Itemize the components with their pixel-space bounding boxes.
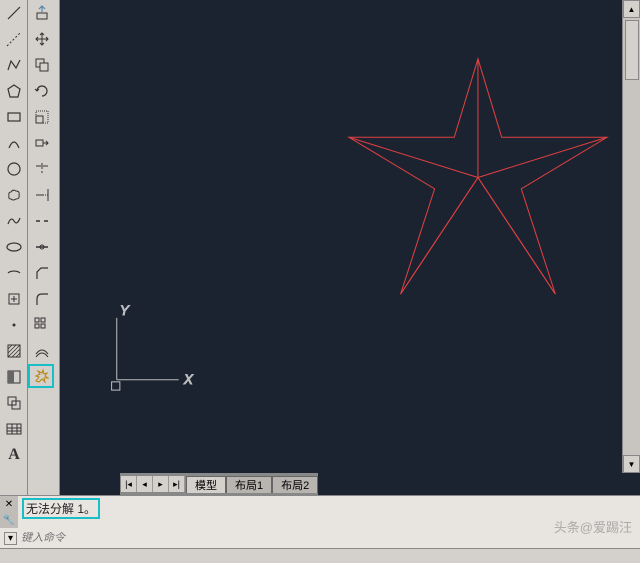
polygon-tool[interactable] — [1, 79, 27, 103]
explode-tool[interactable] — [28, 364, 54, 388]
ucs-x-label: X — [183, 372, 194, 387]
close-cmd-icon[interactable]: ✕ — [5, 499, 13, 510]
gradient-tool[interactable] — [1, 365, 27, 389]
layout1-tab[interactable]: 布局1 — [226, 476, 272, 493]
vertical-scrollbar[interactable]: ▲ ▼ — [622, 0, 640, 473]
move-tool[interactable] — [29, 27, 55, 51]
scroll-thumb[interactable] — [625, 20, 639, 80]
cmd-tool-icon[interactable]: 🔧 — [3, 515, 15, 526]
scroll-up-btn[interactable]: ▲ — [623, 0, 640, 18]
extend-tool[interactable] — [29, 183, 55, 207]
tab-nav-next[interactable]: ▸ — [153, 476, 169, 492]
status-bar — [0, 548, 640, 563]
scale-tool[interactable] — [29, 105, 55, 129]
arc-tool[interactable] — [1, 131, 27, 155]
array-tool[interactable] — [29, 313, 55, 337]
spline-tool[interactable] — [1, 209, 27, 233]
tab-nav-first[interactable]: |◂ — [121, 476, 137, 492]
modify-toolbar — [28, 0, 60, 495]
circle-tool[interactable] — [1, 157, 27, 181]
cmd-history-icon[interactable]: ▾ — [4, 532, 17, 545]
trim-tool[interactable] — [29, 157, 55, 181]
copy-tool[interactable] — [29, 53, 55, 77]
model-tab[interactable]: 模型 — [186, 476, 226, 493]
break-tool[interactable] — [29, 209, 55, 233]
drawing-canvas[interactable]: X Y ▲ ▼ |◂ ◂ ▸ ▸| 模型 布局1 布局2 — [60, 0, 640, 495]
revision-cloud-tool[interactable] — [1, 183, 27, 207]
ellipse-arc-tool[interactable] — [1, 261, 27, 285]
chamfer-tool[interactable] — [29, 261, 55, 285]
rotate-tool[interactable] — [29, 79, 55, 103]
tool-a[interactable] — [29, 1, 55, 25]
text-tool[interactable]: A — [1, 443, 27, 467]
region-tool[interactable] — [1, 391, 27, 415]
layout-tabs: |◂ ◂ ▸ ▸| 模型 布局1 布局2 — [120, 473, 318, 495]
rectangle-tool[interactable] — [1, 105, 27, 129]
layout2-tab[interactable]: 布局2 — [272, 476, 318, 493]
construction-line-tool[interactable] — [1, 27, 27, 51]
stretch-tool[interactable] — [29, 131, 55, 155]
scroll-down-btn[interactable]: ▼ — [623, 455, 640, 473]
join-tool[interactable] — [29, 235, 55, 259]
table-tool[interactable] — [1, 417, 27, 441]
point-tool[interactable] — [1, 313, 27, 337]
hatch-tool[interactable] — [1, 339, 27, 363]
tab-nav-last[interactable]: ▸| — [169, 476, 185, 492]
draw-toolbar: A — [0, 0, 28, 495]
line-tool[interactable] — [1, 1, 27, 25]
watermark: 头条@爱踢汪 — [554, 517, 632, 536]
offset-tool[interactable] — [29, 339, 55, 363]
command-input[interactable] — [21, 532, 636, 544]
ellipse-tool[interactable] — [1, 235, 27, 259]
insert-block-tool[interactable] — [1, 287, 27, 311]
ucs-y-label: Y — [120, 303, 130, 318]
fillet-tool[interactable] — [29, 287, 55, 311]
polyline-tool[interactable] — [1, 53, 27, 77]
tab-nav-prev[interactable]: ◂ — [137, 476, 153, 492]
